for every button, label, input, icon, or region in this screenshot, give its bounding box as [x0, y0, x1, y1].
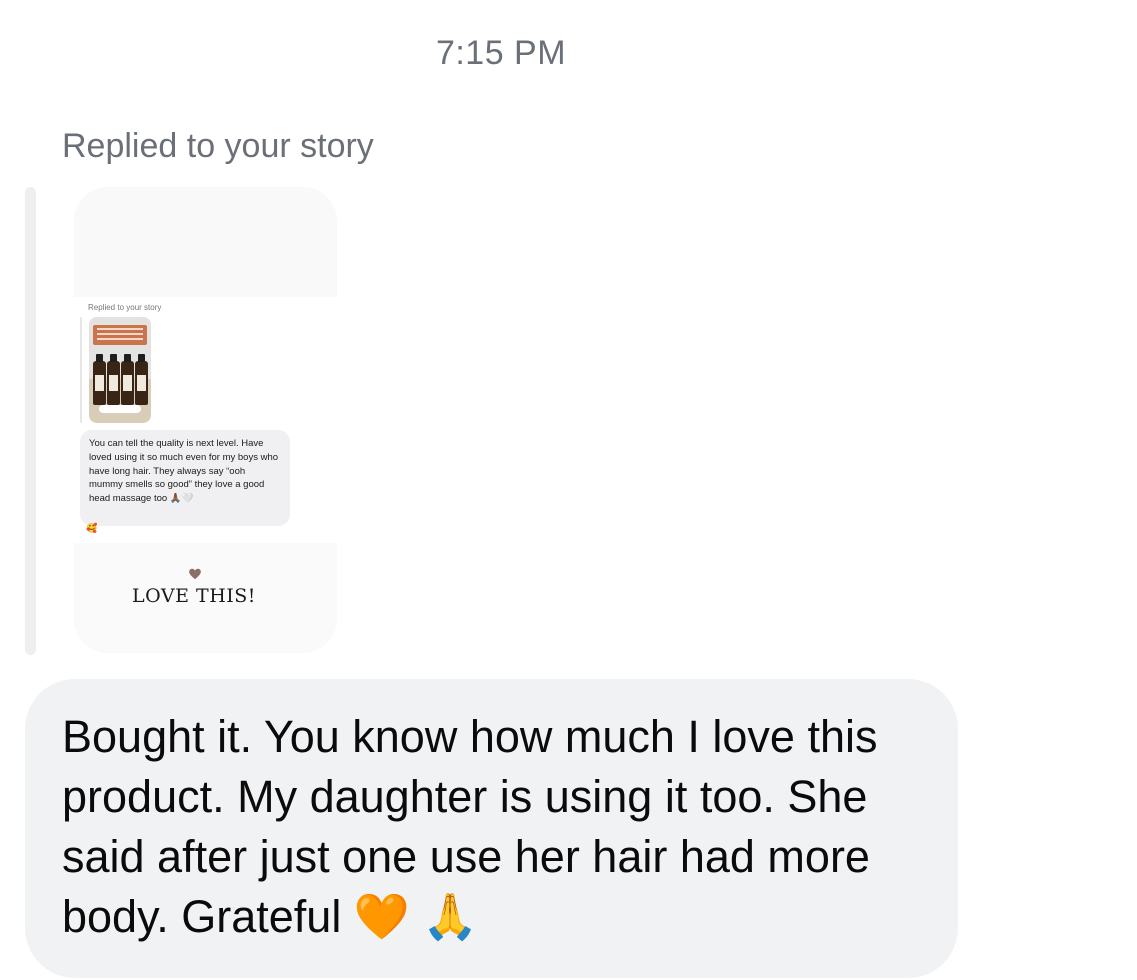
bottle-image: [93, 354, 106, 405]
message-timestamp: 7:15 PM: [435, 34, 567, 72]
bottle-image: [135, 354, 148, 405]
story-screenshot: Replied to your story You can tell the q…: [74, 297, 337, 543]
story-caption-text: LOVE THIS!: [132, 585, 256, 607]
thumbnail-link-chip: [99, 405, 141, 413]
inner-reaction-emoji: 🥰: [86, 523, 98, 533]
message-bubble[interactable]: Bought it. You know how much I love this…: [25, 679, 958, 978]
story-reply-label: Replied to your story: [62, 127, 374, 165]
bottle-image: [121, 354, 134, 405]
bottle-image: [107, 354, 120, 405]
reply-indicator-bar: [25, 187, 36, 655]
heart-icon: [189, 568, 201, 580]
message-text: Bought it. You know how much I love this…: [62, 711, 878, 942]
story-caption-area: LOVE THIS!: [74, 543, 337, 653]
inner-message-bubble: You can tell the quality is next level. …: [80, 430, 290, 526]
story-preview[interactable]: Replied to your story You can tell the q…: [74, 187, 337, 653]
story-top-area: [74, 187, 337, 297]
inner-reply-bar: [80, 317, 82, 423]
thumbnail-caption-banner: [93, 325, 147, 345]
inner-reply-label: Replied to your story: [88, 303, 162, 312]
product-photo-thumbnail: [89, 317, 151, 423]
